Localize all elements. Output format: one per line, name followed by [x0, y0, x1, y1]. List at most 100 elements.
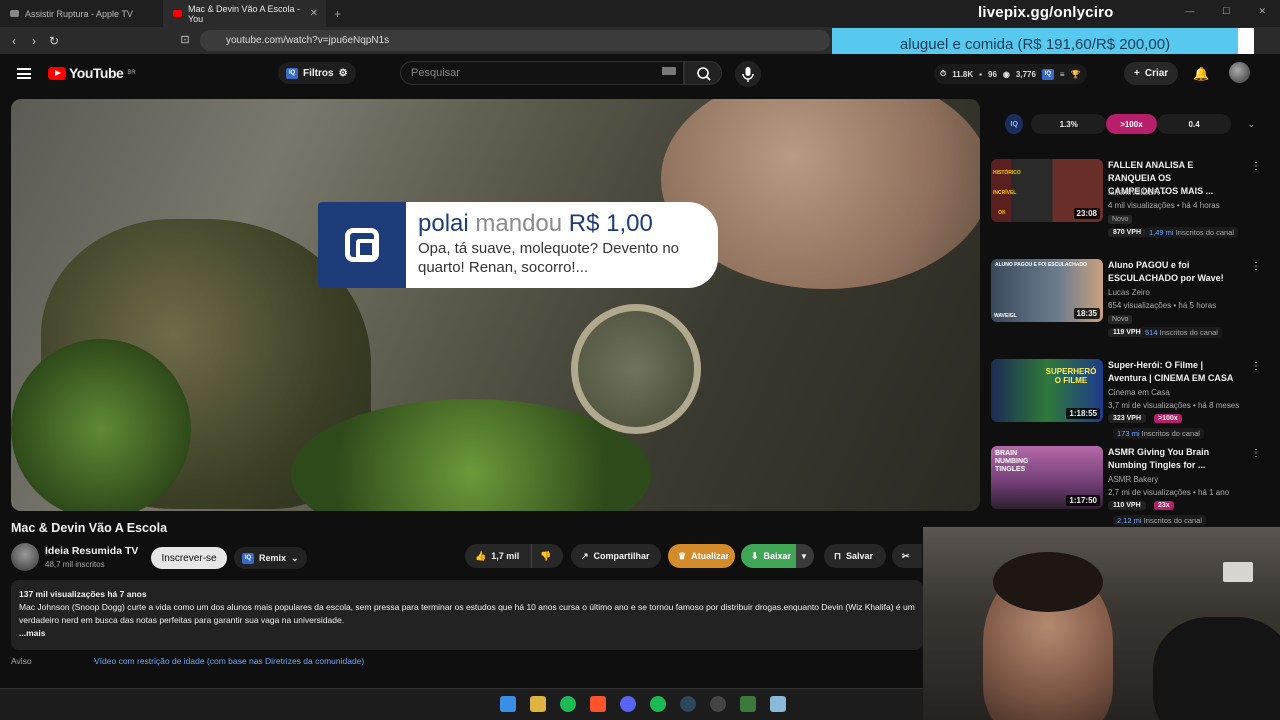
streamer-hair — [993, 552, 1103, 612]
close-tab-icon[interactable]: ✕ — [310, 8, 318, 19]
recommendation-title[interactable]: ASMR Giving You Brain Numbing Tingles fo… — [1108, 446, 1243, 472]
video-description[interactable]: 137 mil visualizações há 7 anos Mac John… — [11, 580, 923, 650]
iq-logo-icon[interactable]: IQ — [1005, 114, 1024, 134]
update-button[interactable]: ♛ Atualizar — [668, 544, 735, 568]
clip-button[interactable]: ✂ — [892, 544, 922, 568]
gaming-chair — [1153, 617, 1280, 720]
maximize-icon[interactable]: ☐ — [1222, 6, 1230, 17]
age-restriction-link[interactable]: Vídeo com restrição de idade (com base n… — [94, 656, 364, 666]
download-button[interactable]: ⬇ Baixar — [741, 544, 801, 568]
video-thumbnail[interactable]: HISTÓRICO INCRÍVEL OK 23:08 — [991, 159, 1103, 222]
duration-badge: 1:18:55 — [1066, 408, 1100, 419]
taskbar-icons — [500, 696, 786, 712]
subs-label: Inscritos do canal — [1159, 328, 1218, 337]
iq-middle-text: >100x — [1120, 119, 1143, 129]
download-options-button[interactable]: ▼ — [796, 544, 814, 568]
reload-icon[interactable]: ↻ — [44, 34, 64, 48]
thumb-text: HISTÓRICO — [993, 170, 1021, 176]
chevron-down-icon[interactable]: ⌄ — [1247, 119, 1255, 130]
create-button[interactable]: + Criar — [1124, 62, 1179, 85]
url-field[interactable]: youtube.com/watch?v=jpu6eNqpN1s — [200, 30, 830, 51]
youtube-logo[interactable]: YouTube BR — [48, 65, 136, 81]
bookmark-icon[interactable]: ⊡ — [175, 33, 195, 46]
brave-icon[interactable] — [590, 696, 606, 712]
notepad-icon[interactable] — [770, 696, 786, 712]
channel-avatar[interactable] — [11, 543, 39, 571]
logo-text: YouTube — [69, 65, 124, 81]
keyboard-icon[interactable] — [662, 67, 676, 75]
recommendation-channel[interactable]: Cinema em Casa — [1108, 388, 1170, 397]
recommendation-title[interactable]: Aluno PAGOU e foi ESCULACHADO por Wave! — [1108, 259, 1243, 285]
filters-button[interactable]: IQ Filtros ⚙ — [278, 62, 356, 84]
more-vert-icon[interactable]: ⋮ — [1251, 448, 1261, 459]
apple-tv-icon — [10, 10, 19, 17]
iq-value-left[interactable]: 1.3% — [1031, 114, 1107, 134]
trophy-icon[interactable]: 🏆 — [1071, 70, 1081, 79]
app-icon[interactable] — [740, 696, 756, 712]
dislike-button[interactable]: 👎 — [531, 544, 563, 568]
recommendation-title[interactable]: Super-Herói: O Filme | Aventura | CINEMA… — [1108, 359, 1243, 385]
iq-value-middle[interactable]: >100x — [1106, 114, 1157, 134]
more-vert-icon[interactable]: ⋮ — [1251, 261, 1261, 272]
wall-outlet — [1223, 562, 1253, 582]
bookmark-icon: ⊓ — [834, 550, 842, 561]
like-button[interactable]: 👍 1,7 mil — [465, 544, 531, 568]
share-button[interactable]: ↗ Compartilhar — [571, 544, 661, 568]
back-icon[interactable]: ‹ — [4, 34, 24, 48]
remix-button[interactable]: IQ Remix ⌄ — [234, 547, 307, 569]
warning-label: Aviso — [11, 656, 32, 666]
duration-badge: 23:08 — [1073, 208, 1100, 219]
show-more-link[interactable]: ...mais — [19, 627, 915, 640]
discord-icon[interactable] — [620, 696, 636, 712]
new-tab-button[interactable]: + — [334, 7, 341, 21]
minimize-icon[interactable]: — — [1185, 6, 1194, 17]
close-window-icon[interactable]: ✕ — [1258, 6, 1266, 17]
recommendation-item[interactable]: HISTÓRICO INCRÍVEL OK 23:08 FALLEN ANALI… — [991, 159, 1261, 249]
bell-icon[interactable]: 🔔 — [1193, 66, 1209, 82]
browser-tab-active[interactable]: Mac & Devin Vão A Escola - You ✕ — [163, 0, 326, 27]
more-vert-icon[interactable]: ⋮ — [1251, 161, 1261, 172]
eye-icon: ◉ — [1002, 69, 1010, 79]
recommendation-item[interactable]: SUPERHERÓ O FILME 1:18:55 Super-Herói: O… — [991, 359, 1261, 444]
voice-search-button[interactable] — [735, 61, 761, 87]
save-button[interactable]: ⊓ Salvar — [824, 544, 886, 568]
spotify-icon[interactable] — [650, 696, 666, 712]
stream-url: livepix.gg/onlyciro — [978, 4, 1114, 21]
video-player[interactable] — [11, 99, 980, 511]
video-thumbnail[interactable]: BRAIN NUMBING TINGLES 1:17:50 — [991, 446, 1103, 509]
browser-tab[interactable]: Assistir Ruptura - Apple TV — [0, 0, 163, 27]
file-explorer-icon[interactable] — [530, 696, 546, 712]
views-label: 654 visualizações — [1108, 301, 1172, 310]
video-thumbnail[interactable]: SUPERHERÓ O FILME 1:18:55 — [991, 359, 1103, 422]
donation-title: polai mandou R$ 1,00 — [418, 210, 706, 238]
recommendation-channel[interactable]: fallenINSIDER ✔ — [1108, 188, 1169, 197]
channel-subs-badge: 514 Inscritos do canal — [1141, 327, 1222, 338]
more-vert-icon[interactable]: ⋮ — [1251, 361, 1261, 372]
subscribe-button[interactable]: Inscrever-se — [151, 547, 227, 569]
iq-value-right[interactable]: 0.4 — [1156, 114, 1232, 134]
recommendation-item[interactable]: BRAIN NUMBING TINGLES 1:17:50 ASMR Givin… — [991, 446, 1261, 528]
windows-start-icon[interactable] — [500, 696, 516, 712]
webcam-feed — [923, 527, 1280, 720]
video-thumbnail[interactable]: ALUNO PAGOU E FOI ESCULACHADO WAVEIGL 18… — [991, 259, 1103, 322]
recommendation-item[interactable]: ALUNO PAGOU E FOI ESCULACHADO WAVEIGL 18… — [991, 259, 1261, 349]
steam-icon[interactable] — [680, 696, 696, 712]
age-label: há 8 meses — [1197, 401, 1240, 410]
obs-icon[interactable] — [710, 696, 726, 712]
stat-views: 3,776 — [1015, 69, 1036, 79]
iq-icon[interactable]: IQ — [1041, 68, 1054, 80]
channel-name[interactable]: Ideia Resumida TV — [45, 545, 138, 557]
recommendation-channel[interactable]: ASMR Bakery — [1108, 475, 1158, 484]
avatar[interactable] — [1229, 62, 1250, 83]
search-input[interactable]: Pesquisar — [400, 61, 684, 85]
thumb-text: BRAIN NUMBING TINGLES — [995, 450, 1029, 473]
spotify-icon[interactable] — [560, 696, 576, 712]
thumbs-up-icon: 👍 — [475, 550, 487, 561]
menu-icon[interactable] — [17, 68, 31, 79]
list-icon[interactable]: ≡ — [1060, 70, 1065, 79]
search-button[interactable] — [684, 61, 722, 85]
recommendation-channel[interactable]: Lucas Zeiro — [1108, 288, 1150, 297]
scissors-icon: ✂ — [902, 550, 910, 561]
channel-subs-badge: 2,12 mi Inscritos do canal — [1113, 515, 1207, 526]
forward-icon[interactable]: › — [24, 34, 44, 48]
